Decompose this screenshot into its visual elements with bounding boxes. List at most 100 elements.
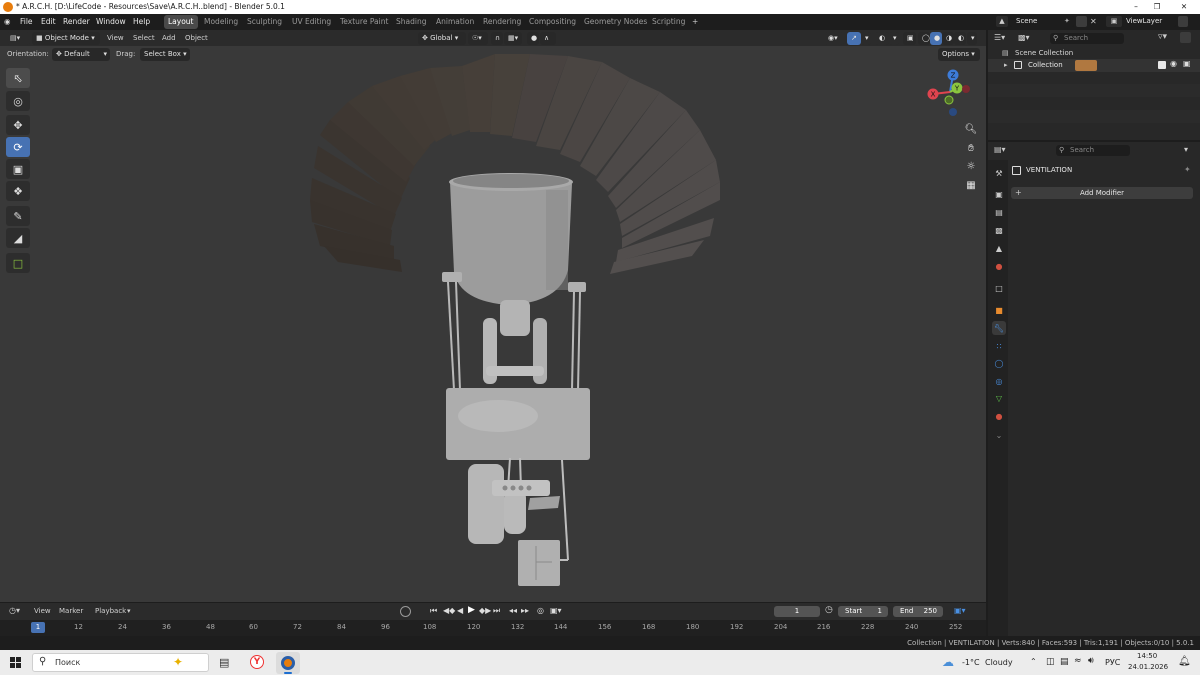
maximize-button[interactable]: ❐: [1149, 0, 1165, 14]
network-icon[interactable]: ▤: [1060, 657, 1069, 667]
zoom-icon[interactable]: 🔍︎: [962, 120, 980, 138]
tab-modeling[interactable]: Modeling: [200, 15, 242, 29]
timeline-menu-view[interactable]: View: [34, 605, 51, 618]
menu-object[interactable]: Object: [185, 32, 208, 45]
physics-tab-icon[interactable]: ◯: [992, 356, 1006, 370]
keying-dropdown-icon[interactable]: ▣▾: [550, 606, 562, 615]
menu-window[interactable]: Window: [96, 14, 126, 30]
object-tab-icon[interactable]: ■: [992, 303, 1006, 317]
jump-keyframe-forward-icon[interactable]: ◆▶: [479, 606, 491, 615]
transform-orientation-dropdown[interactable]: ✥ Global ▾: [418, 32, 466, 45]
constraints-tab-icon[interactable]: ◎: [992, 374, 1006, 388]
play-icon[interactable]: ▶: [468, 605, 475, 615]
end-frame-field[interactable]: End 250: [893, 606, 943, 617]
gizmo-toggle-icon[interactable]: ↗: [847, 32, 861, 45]
tab-uv-editing[interactable]: UV Editing: [288, 15, 335, 29]
display-mode-icon[interactable]: ▩▾: [1018, 33, 1030, 42]
play-reverse-icon[interactable]: ◀: [457, 606, 463, 615]
menu-view[interactable]: View: [107, 32, 124, 45]
tool-tab-icon[interactable]: ⚒: [992, 166, 1006, 180]
filter-icon[interactable]: ▿▾: [1158, 32, 1167, 42]
menu-render[interactable]: Render: [63, 14, 90, 30]
menu-file[interactable]: File: [20, 14, 33, 30]
mode-dropdown[interactable]: ■ Object Mode ▾: [32, 32, 100, 45]
tab-scripting[interactable]: Scripting: [648, 15, 689, 29]
properties-editor-icon[interactable]: ▤▾: [994, 145, 1006, 154]
view-layer-tab-icon[interactable]: ▩: [992, 223, 1006, 237]
clock-date[interactable]: 24.01.2026: [1128, 663, 1168, 671]
scene-collection-label[interactable]: Scene Collection: [1015, 49, 1073, 57]
start-frame-field[interactable]: Start 1: [838, 606, 888, 617]
tab-rendering[interactable]: Rendering: [479, 15, 525, 29]
tray-app-icon[interactable]: ◫: [1046, 657, 1055, 667]
output-tab-icon[interactable]: ▤: [992, 205, 1006, 219]
orientation-setting-dropdown[interactable]: ✥ Default ▾: [52, 48, 110, 61]
new-scene-icon[interactable]: [1076, 16, 1087, 27]
tab-geometry-nodes[interactable]: Geometry Nodes: [580, 15, 651, 29]
volume-icon[interactable]: 🔊︎: [1088, 656, 1094, 666]
properties-search-input[interactable]: ⚲ Search: [1056, 145, 1130, 156]
playhead-frame[interactable]: 1: [31, 622, 45, 633]
chevron-down-icon[interactable]: ▾: [127, 605, 131, 618]
windows-start-icon[interactable]: [10, 657, 21, 668]
cursor-tool-icon[interactable]: ◎: [6, 91, 30, 111]
proportional-falloff-icon[interactable]: ∧: [540, 32, 556, 45]
new-view-layer-icon[interactable]: [1178, 16, 1188, 27]
wifi-icon[interactable]: ≈: [1074, 656, 1082, 666]
new-collection-icon[interactable]: [1180, 32, 1191, 43]
jump-key-back-icon[interactable]: ◂◂: [509, 606, 517, 615]
material-tab-icon[interactable]: ●: [992, 409, 1006, 423]
perspective-toggle-icon[interactable]: ▦: [962, 176, 980, 194]
pan-hand-icon[interactable]: ✋︎: [962, 139, 980, 157]
auto-keying-icon[interactable]: [400, 606, 411, 617]
rotate-tool-icon[interactable]: ⟳: [6, 137, 30, 157]
minimize-button[interactable]: –: [1128, 0, 1144, 14]
properties-dropdown-icon[interactable]: ▾: [1184, 145, 1188, 154]
current-frame-field[interactable]: 1: [774, 606, 820, 617]
tab-compositing[interactable]: Compositing: [525, 15, 580, 29]
object-name[interactable]: VENTILATION: [1026, 166, 1072, 174]
jump-keyframe-back-icon[interactable]: ◀◆: [443, 606, 455, 615]
shading-solid-icon[interactable]: ●: [930, 32, 942, 45]
world-tab-icon[interactable]: ●: [992, 259, 1006, 273]
taskbar-search-box[interactable]: ⚲ Поиск ✦: [32, 653, 209, 672]
timeline-ruler[interactable]: 1 12 24 36 48 60 72 84 96 108 120 132 14…: [0, 620, 986, 636]
jump-end-icon[interactable]: ⏭︎: [493, 606, 500, 616]
weather-desc[interactable]: Cloudy: [985, 658, 1013, 667]
drag-dropdown[interactable]: Select Box ▾: [140, 48, 190, 61]
proportional-edit-icon[interactable]: ●: [527, 32, 539, 45]
blender-menu-icon[interactable]: ◉: [4, 14, 11, 30]
tab-animation[interactable]: Animation: [432, 15, 478, 29]
shading-wireframe-icon[interactable]: ◯: [918, 32, 930, 45]
add-workspace-button[interactable]: +: [688, 15, 702, 29]
shading-dropdown-icon[interactable]: ▾: [967, 32, 977, 45]
menu-help[interactable]: Help: [133, 14, 150, 30]
shading-material-icon[interactable]: ◑: [942, 32, 954, 45]
navigation-gizmo[interactable]: Z X Y: [924, 68, 972, 118]
notification-icon[interactable]: 🔔︎: [1178, 656, 1191, 667]
particles-tab-icon[interactable]: ∷: [992, 339, 1006, 353]
move-tool-icon[interactable]: ✥: [6, 115, 30, 135]
collection-label[interactable]: Collection: [1028, 61, 1063, 69]
delete-scene-icon[interactable]: ✕: [1090, 16, 1097, 27]
blender-taskbar-button[interactable]: [276, 652, 300, 674]
modifier-tab-icon[interactable]: 🔧︎: [992, 321, 1006, 335]
object-visibility-icon[interactable]: ◉▾: [824, 32, 844, 45]
outliner-search-input[interactable]: ⚲ Search: [1050, 33, 1124, 44]
pin-icon[interactable]: ✦: [1064, 16, 1070, 27]
timeline-menu-marker[interactable]: Marker: [59, 605, 83, 618]
tab-texture-paint[interactable]: Texture Paint: [336, 15, 392, 29]
scale-tool-icon[interactable]: ▣: [6, 159, 30, 179]
jump-start-icon[interactable]: ⏮︎: [430, 606, 437, 616]
pin-icon[interactable]: ✦: [1184, 165, 1191, 174]
transform-tool-icon[interactable]: ❖: [6, 181, 30, 201]
keyboard-language[interactable]: РУС: [1105, 658, 1120, 667]
timeline-menu-playback[interactable]: Playback: [95, 605, 126, 618]
render-camera-icon[interactable]: ▣: [1183, 59, 1191, 68]
yandex-browser-icon[interactable]: Y: [250, 655, 264, 669]
clock-icon[interactable]: ◷: [825, 605, 833, 615]
overlays-toggle-icon[interactable]: ◐: [875, 32, 889, 45]
collection-tab-icon[interactable]: □: [992, 281, 1006, 295]
playback-view-icon[interactable]: ▣▾: [954, 606, 966, 615]
exclude-checkbox-icon[interactable]: [1158, 61, 1166, 69]
